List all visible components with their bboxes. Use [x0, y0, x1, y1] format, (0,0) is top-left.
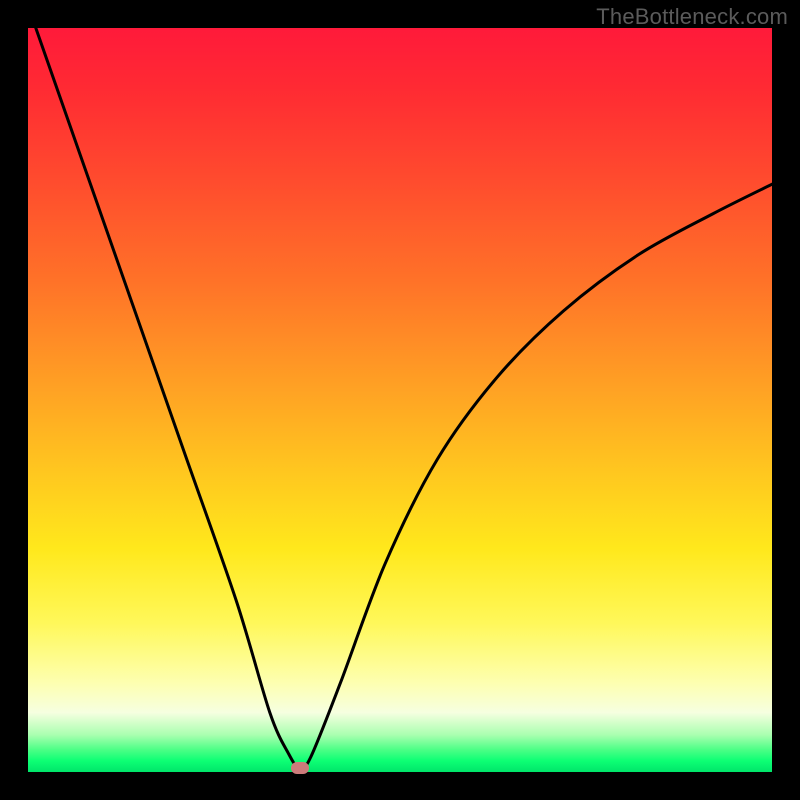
chart-container: TheBottleneck.com [0, 0, 800, 800]
bottleneck-curve [28, 28, 772, 769]
curve-layer [28, 28, 772, 772]
optimum-marker [291, 762, 309, 774]
plot-area [28, 28, 772, 772]
watermark-text: TheBottleneck.com [596, 4, 788, 30]
